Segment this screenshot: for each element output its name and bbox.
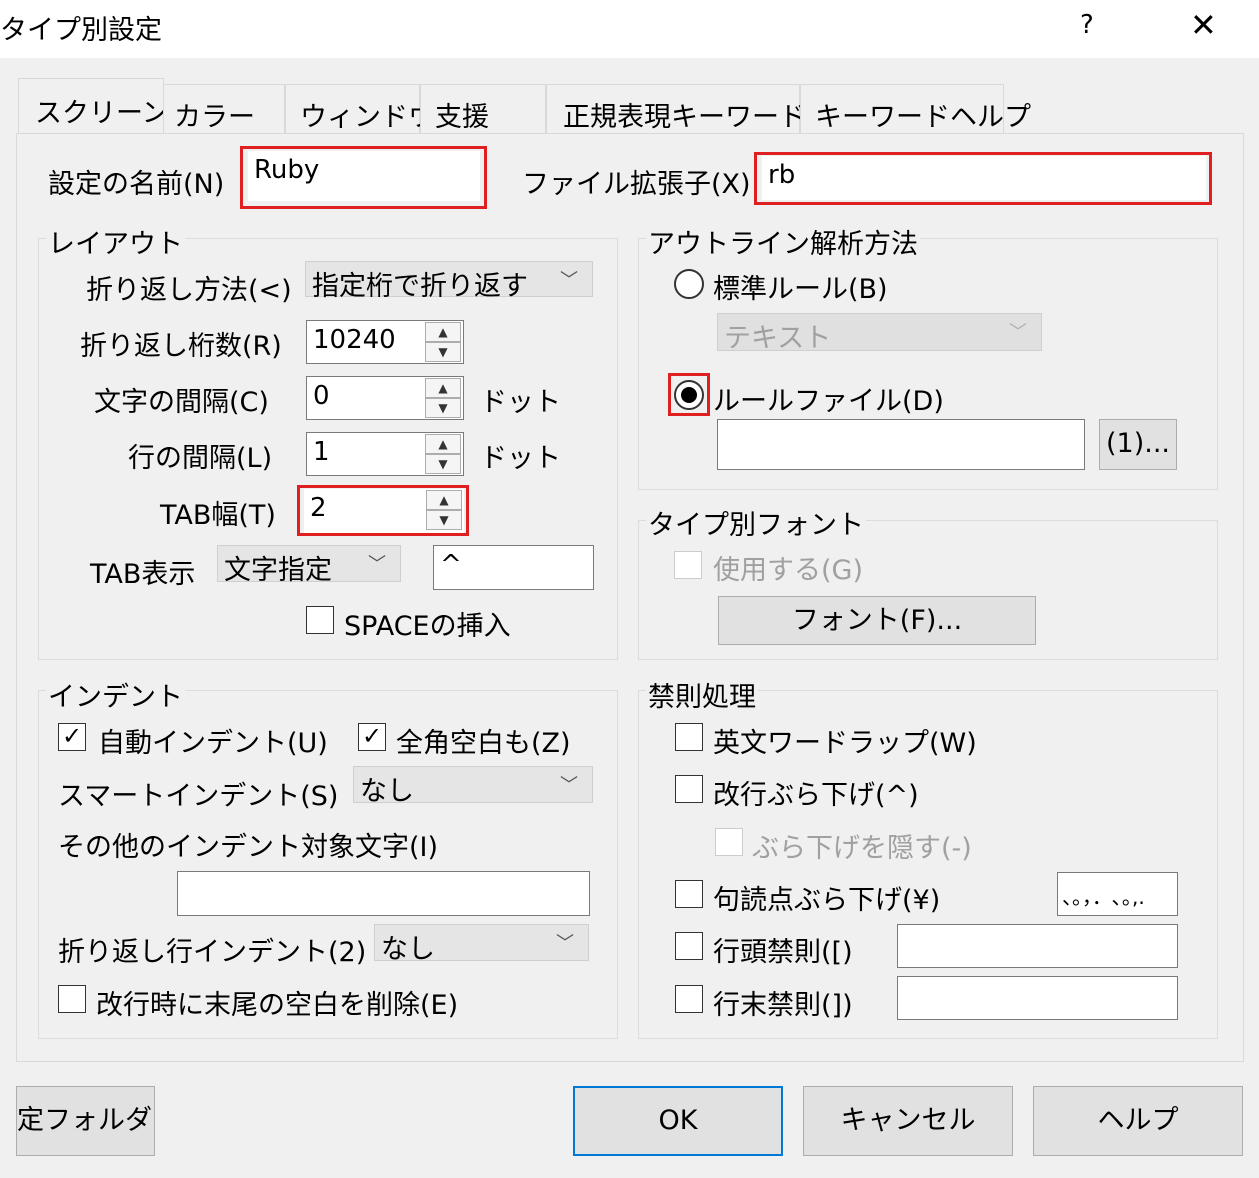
other-indent-chars-input[interactable] <box>177 871 590 916</box>
line-head-label: 行頭禁則([) <box>713 937 853 968</box>
wrap-columns-label: 折り返し桁数(R) <box>80 331 282 362</box>
newline-hang-label: 改行ぶら下げ(^) <box>713 780 919 811</box>
rule-file-label: ルールファイル(D) <box>713 386 944 417</box>
fullwidth-space-checkbox[interactable]: ✓ <box>358 723 386 751</box>
tab-keyword-help[interactable]: キーワードヘルプ <box>800 84 1031 134</box>
tab-color[interactable]: カラー <box>163 84 285 134</box>
line-spacing-value: 1 <box>313 437 330 467</box>
smart-indent-value: なし <box>360 776 414 807</box>
standard-rule-radio[interactable] <box>674 269 704 299</box>
char-spacing-stepper[interactable]: 0 ▲ ▼ <box>306 376 464 420</box>
chevron-down-icon: ﹀ <box>556 933 574 954</box>
standard-rule-label: 標準ルール(B) <box>713 274 888 305</box>
spin-down-icon[interactable]: ▼ <box>425 398 461 418</box>
line-spacing-stepper[interactable]: 1 ▲ ▼ <box>306 432 464 476</box>
wrap-columns-stepper[interactable]: 10240 ▲ ▼ <box>306 320 464 364</box>
auto-indent-checkbox[interactable]: ✓ <box>58 723 86 751</box>
standard-rule-select: テキスト ﹀ <box>717 313 1042 354</box>
auto-indent-label: 自動インデント(U) <box>98 728 328 759</box>
tab-width-label: TAB幅(T) <box>160 500 276 531</box>
type-font-group-title: タイプ別フォント <box>646 503 866 542</box>
line-spacing-label: 行の間隔(L) <box>128 443 273 474</box>
word-wrap-checkbox[interactable] <box>675 723 703 751</box>
file-ext-label: ファイル拡張子(X) <box>522 169 751 200</box>
wrap-indent-value: なし <box>381 934 435 965</box>
char-spacing-spin[interactable]: ▲ ▼ <box>425 378 461 418</box>
wrap-method-value: 指定桁で折り返す <box>312 271 528 302</box>
ok-button[interactable]: OK <box>573 1086 783 1156</box>
trim-trailing-checkbox[interactable] <box>58 985 86 1013</box>
other-indent-chars-label: その他のインデント対象文字(I) <box>58 832 439 863</box>
fullwidth-space-label: 全角空白も(Z) <box>396 728 571 759</box>
standard-rule-value: テキスト <box>724 323 832 354</box>
rule-file-browse-button[interactable]: (1)... <box>1099 419 1177 470</box>
settings-folder-button[interactable]: 定フォルダ(/) <box>16 1086 155 1156</box>
char-spacing-unit: ドット <box>480 387 561 418</box>
tab-regex-keyword[interactable]: 正規表現キーワード <box>546 84 806 134</box>
spin-down-icon[interactable]: ▼ <box>425 454 461 474</box>
hide-hang-label: ぶら下げを隠す(-) <box>752 833 972 864</box>
tab-display-label: TAB表示 <box>90 559 196 590</box>
punct-hang-chars-input[interactable]: 、。，．､｡,. <box>1057 872 1178 916</box>
line-head-input[interactable] <box>897 924 1178 968</box>
wrap-method-select[interactable]: 指定桁で折り返す ﹀ <box>305 261 593 302</box>
highlight-rule-file <box>668 373 710 416</box>
use-font-label: 使用する(G) <box>713 555 863 586</box>
smart-indent-select[interactable]: なし ﹀ <box>353 766 593 807</box>
spin-up-icon[interactable]: ▲ <box>425 378 461 398</box>
line-tail-input[interactable] <box>897 976 1178 1020</box>
wrap-indent-label: 折り返し行インデント(2) <box>58 937 367 968</box>
tab-display-select[interactable]: 文字指定 ﹀ <box>217 545 401 586</box>
insert-space-checkbox[interactable] <box>306 606 334 634</box>
tab-window[interactable]: ウィンドウ <box>285 84 435 134</box>
layout-group-title: レイアウト <box>46 222 185 261</box>
chevron-down-icon: ﹀ <box>368 554 386 575</box>
tab-char-input[interactable]: ^ <box>433 545 594 590</box>
use-font-checkbox[interactable] <box>674 551 702 579</box>
spin-up-icon[interactable]: ▲ <box>425 434 461 454</box>
trim-trailing-label: 改行時に末尾の空白を削除(E) <box>96 990 459 1021</box>
insert-space-label: SPACEの挿入 <box>344 611 511 642</box>
spin-down-icon[interactable]: ▼ <box>425 342 461 362</box>
window-title: タイプ別設定 <box>0 15 162 46</box>
setting-name-label: 設定の名前(N) <box>48 169 225 200</box>
kinsoku-group-title: 禁則処理 <box>646 675 758 714</box>
help-question-icon[interactable]: ? <box>1080 10 1094 40</box>
newline-hang-checkbox[interactable] <box>675 775 703 803</box>
tab-support[interactable]: 支援 <box>420 84 546 134</box>
char-spacing-label: 文字の間隔(C) <box>94 387 269 418</box>
indent-group-title: インデント <box>46 675 185 714</box>
line-tail-label: 行末禁則(]) <box>713 990 853 1021</box>
help-button[interactable]: ヘルプ <box>1033 1086 1243 1156</box>
highlight-setting-name <box>240 146 487 209</box>
close-icon[interactable]: ✕ <box>1190 6 1217 44</box>
line-head-checkbox[interactable] <box>675 932 703 960</box>
wrap-method-label: 折り返し方法(<) <box>86 275 292 306</box>
word-wrap-label: 英文ワードラップ(W) <box>713 728 977 759</box>
line-tail-checkbox[interactable] <box>675 985 703 1013</box>
line-spacing-unit: ドット <box>480 443 561 474</box>
highlight-tab-width <box>297 485 469 536</box>
outline-group-title: アウトライン解析方法 <box>646 222 920 261</box>
highlight-file-ext <box>754 152 1212 205</box>
spin-up-icon[interactable]: ▲ <box>425 322 461 342</box>
hide-hang-checkbox[interactable] <box>715 828 743 856</box>
char-spacing-value: 0 <box>313 381 330 411</box>
punct-hang-checkbox[interactable] <box>675 880 703 908</box>
wrap-indent-select[interactable]: なし ﹀ <box>374 924 589 965</box>
line-spacing-spin[interactable]: ▲ ▼ <box>425 434 461 474</box>
tab-screen[interactable]: スクリーン <box>18 78 169 136</box>
wrap-columns-value: 10240 <box>313 325 396 355</box>
chevron-down-icon: ﹀ <box>560 775 578 796</box>
punct-hang-label: 句読点ぶら下げ(¥) <box>713 885 941 916</box>
cancel-button[interactable]: キャンセル <box>803 1086 1013 1156</box>
chevron-down-icon: ﹀ <box>560 270 578 291</box>
chevron-down-icon: ﹀ <box>1009 322 1027 343</box>
font-button[interactable]: フォント(F)... <box>718 596 1036 645</box>
tab-display-mode: 文字指定 <box>224 555 332 586</box>
rule-file-path-input[interactable] <box>717 419 1085 470</box>
smart-indent-label: スマートインデント(S) <box>58 781 339 812</box>
wrap-columns-spin[interactable]: ▲ ▼ <box>425 322 461 362</box>
